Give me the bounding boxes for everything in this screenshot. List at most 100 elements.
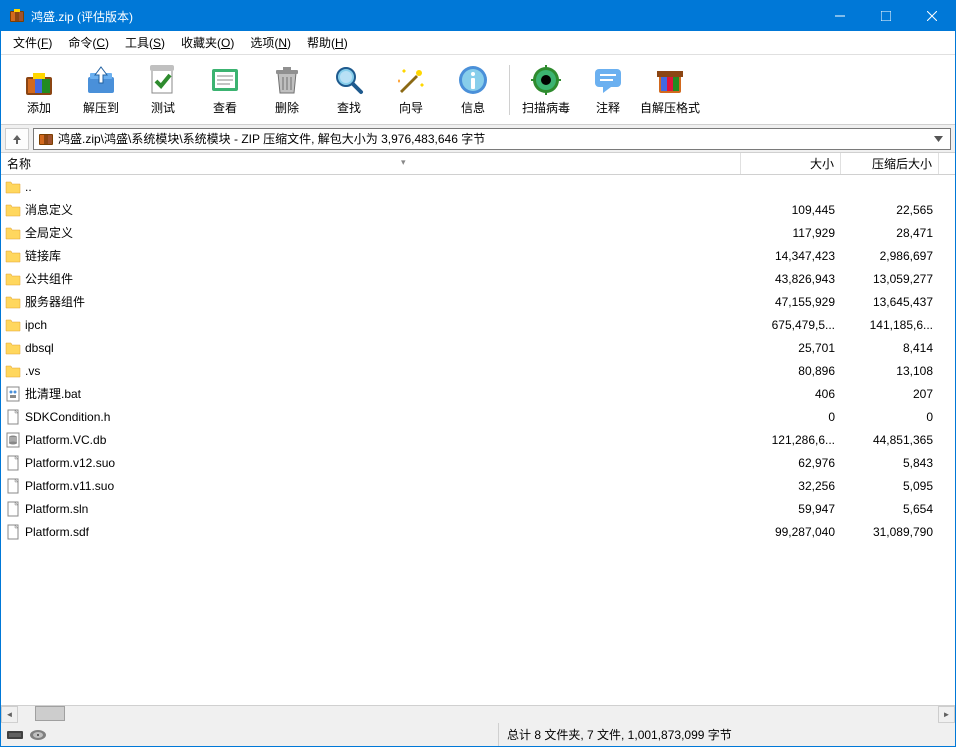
tool-label: 自解压格式 bbox=[640, 99, 700, 116]
toolbar: 添加解压到 测试 查看删除 查找向导信息 扫描病毒注释自解压格式 bbox=[1, 55, 955, 125]
path-dropdown-icon[interactable] bbox=[930, 136, 946, 142]
up-button[interactable] bbox=[5, 128, 29, 150]
file-row[interactable]: Platform.VC.db121,286,6...44,851,365 bbox=[1, 428, 955, 451]
file-name: 全局定义 bbox=[25, 224, 73, 241]
scroll-right-button[interactable]: ► bbox=[938, 706, 955, 723]
path-text: 鸿盛.zip\鸿盛\系统模块\系统模块 - ZIP 压缩文件, 解包大小为 3,… bbox=[58, 130, 926, 147]
app-window: 鸿盛.zip (评估版本) 文件(F)命令(C)工具(S)收藏夹(O)选项(N)… bbox=[0, 0, 956, 747]
file-row[interactable]: .. bbox=[1, 175, 955, 198]
tool-label: 删除 bbox=[275, 99, 299, 116]
status-text: 总计 8 文件夹, 7 文件, 1,001,873,099 字节 bbox=[499, 726, 955, 743]
titlebar[interactable]: 鸿盛.zip (评估版本) bbox=[1, 1, 955, 31]
cell-name: 全局定义 bbox=[1, 224, 741, 241]
toolbar-test-button[interactable]: 测试 bbox=[133, 59, 193, 121]
menu-item[interactable]: 收藏夹(O) bbox=[173, 31, 242, 54]
cell-name: 公共组件 bbox=[1, 270, 741, 287]
file-row[interactable]: Platform.sdf99,287,04031,089,790 bbox=[1, 520, 955, 543]
file-name: dbsql bbox=[25, 341, 54, 355]
toolbar-info-button[interactable]: 信息 bbox=[443, 59, 503, 121]
toolbar-delete-button[interactable]: 删除 bbox=[257, 59, 317, 121]
toolbar-view-button[interactable]: 查看 bbox=[195, 59, 255, 121]
file-row[interactable]: 公共组件 43,826,94313,059,277 bbox=[1, 267, 955, 290]
cell-name: 消息定义 bbox=[1, 201, 741, 218]
sfx-icon bbox=[653, 63, 687, 97]
cell-packed: 8,414 bbox=[841, 341, 939, 355]
cell-size: 121,286,6... bbox=[741, 433, 841, 447]
file-row[interactable]: Platform.v12.suo62,9765,843 bbox=[1, 451, 955, 474]
file-row[interactable]: 链接库14,347,4232,986,697 bbox=[1, 244, 955, 267]
toolbar-find-button[interactable]: 查找 bbox=[319, 59, 379, 121]
cell-name: Platform.sdf bbox=[1, 524, 741, 540]
folder-icon bbox=[5, 271, 21, 287]
close-button[interactable] bbox=[909, 1, 955, 31]
toolbar-wizard-button[interactable]: 向导 bbox=[381, 59, 441, 121]
header-name[interactable]: 名称 bbox=[1, 153, 741, 174]
cell-packed: 13,059,277 bbox=[841, 272, 939, 286]
cell-size: 14,347,423 bbox=[741, 249, 841, 263]
toolbar-extract-button[interactable]: 解压到 bbox=[71, 59, 131, 121]
menubar: 文件(F)命令(C)工具(S)收藏夹(O)选项(N)帮助(H) bbox=[1, 31, 955, 55]
toolbar-sfx-button[interactable]: 自解压格式 bbox=[640, 59, 700, 121]
cell-packed: 2,986,697 bbox=[841, 249, 939, 263]
scroll-thumb[interactable] bbox=[35, 706, 65, 721]
cell-name: 批清理.bat bbox=[1, 385, 741, 402]
file-name: 服务器组件 bbox=[25, 293, 85, 310]
toolbar-add-button[interactable]: 添加 bbox=[9, 59, 69, 121]
menu-item[interactable]: 选项(N) bbox=[242, 31, 299, 54]
file-list[interactable]: ..消息定义109,44522,565全局定义117,92928,471链接库1… bbox=[1, 175, 955, 705]
file-name: 批清理.bat bbox=[25, 385, 81, 402]
find-icon bbox=[332, 63, 366, 97]
cell-packed: 13,108 bbox=[841, 364, 939, 378]
horizontal-scrollbar[interactable]: ◄ ► bbox=[1, 705, 955, 722]
file-row[interactable]: ipch675,479,5...141,185,6... bbox=[1, 313, 955, 336]
file-row[interactable]: 消息定义109,44522,565 bbox=[1, 198, 955, 221]
header-packed[interactable]: 压缩后大小 bbox=[841, 153, 939, 174]
file-row[interactable]: Platform.v11.suo32,2565,095 bbox=[1, 474, 955, 497]
test-icon bbox=[146, 63, 180, 97]
file-name: Platform.sdf bbox=[25, 525, 89, 539]
cell-packed: 5,654 bbox=[841, 502, 939, 516]
header-size[interactable]: 大小 bbox=[741, 153, 841, 174]
cell-packed: 28,471 bbox=[841, 226, 939, 240]
file-name: SDKCondition.h bbox=[25, 410, 110, 424]
toolbar-separator bbox=[509, 65, 510, 115]
cell-packed: 5,843 bbox=[841, 456, 939, 470]
virus-icon bbox=[529, 63, 563, 97]
menu-item[interactable]: 帮助(H) bbox=[299, 31, 356, 54]
file-icon bbox=[5, 478, 21, 494]
file-row[interactable]: 批清理.bat406207 bbox=[1, 382, 955, 405]
cell-packed: 31,089,790 bbox=[841, 525, 939, 539]
toolbar-comment-button[interactable]: 注释 bbox=[578, 59, 638, 121]
menu-item[interactable]: 文件(F) bbox=[5, 31, 60, 54]
file-row[interactable]: .vs80,89613,108 bbox=[1, 359, 955, 382]
scroll-left-button[interactable]: ◄ bbox=[1, 706, 18, 723]
file-name: Platform.sln bbox=[25, 502, 88, 516]
file-row[interactable]: dbsql25,7018,414 bbox=[1, 336, 955, 359]
file-icon bbox=[5, 501, 21, 517]
cell-size: 43,826,943 bbox=[741, 272, 841, 286]
menu-item[interactable]: 工具(S) bbox=[117, 31, 173, 54]
minimize-button[interactable] bbox=[817, 1, 863, 31]
scroll-track[interactable] bbox=[18, 706, 938, 723]
menu-item[interactable]: 命令(C) bbox=[60, 31, 117, 54]
column-headers: 名称 ▾ 大小 压缩后大小 bbox=[1, 153, 955, 175]
file-row[interactable]: 全局定义117,92928,471 bbox=[1, 221, 955, 244]
file-row[interactable]: 服务器组件47,155,92913,645,437 bbox=[1, 290, 955, 313]
tool-label: 测试 bbox=[151, 99, 175, 116]
file-row[interactable]: Platform.sln59,9475,654 bbox=[1, 497, 955, 520]
tool-label: 解压到 bbox=[83, 99, 119, 116]
cell-name: .vs bbox=[1, 363, 741, 379]
address-box[interactable]: 鸿盛.zip\鸿盛\系统模块\系统模块 - ZIP 压缩文件, 解包大小为 3,… bbox=[33, 128, 951, 150]
drive-icon bbox=[29, 729, 47, 741]
file-icon bbox=[5, 524, 21, 540]
cell-name: Platform.VC.db bbox=[1, 432, 741, 448]
info-icon bbox=[456, 63, 490, 97]
tool-label: 信息 bbox=[461, 99, 485, 116]
file-name: Platform.v12.suo bbox=[25, 456, 115, 470]
file-name: 公共组件 bbox=[25, 270, 73, 287]
file-icon bbox=[5, 455, 21, 471]
cell-name: Platform.v11.suo bbox=[1, 478, 741, 494]
file-row[interactable]: SDKCondition.h00 bbox=[1, 405, 955, 428]
maximize-button[interactable] bbox=[863, 1, 909, 31]
toolbar-virus-button[interactable]: 扫描病毒 bbox=[516, 59, 576, 121]
